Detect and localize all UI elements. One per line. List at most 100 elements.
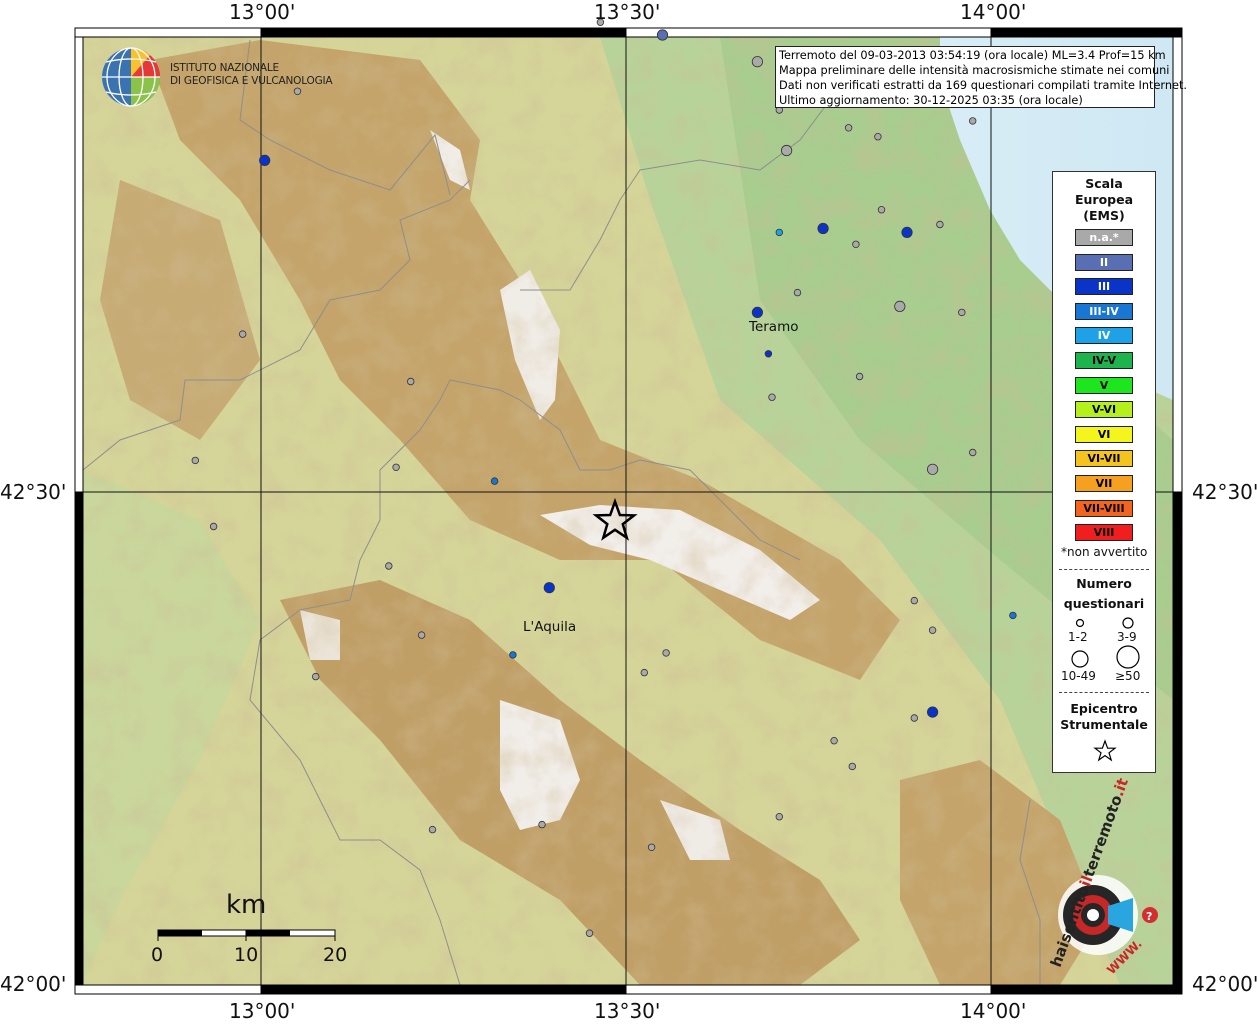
intensity-point [877,205,886,214]
intensity-point [490,477,499,485]
intensity-point [656,29,669,41]
legend-class-vii: VII [1075,475,1133,492]
event-info-box: Terremoto del 09-03-2013 03:54:19 (ora l… [775,46,1188,108]
intensity-point [775,813,783,821]
city-label-laquila: L'Aquila [523,619,577,635]
legend-class-v-vi: V-VI [1075,401,1133,419]
legend-class-vi: VI [1075,425,1133,443]
intensity-point [293,87,302,95]
scalebar-tick-10: 10 [234,944,259,966]
axis-bottom-1330: 13°30' [594,999,661,1023]
legend-class-vi-vii: VI-VII [1075,450,1133,468]
legend-class-iv-v: IV-V [1075,352,1133,369]
legend-size-50plus: ≥50 [1115,669,1141,683]
intensity-point [969,117,977,125]
axis-bottom-1300: 13°00' [229,999,296,1023]
intensity-point [817,222,829,235]
legend-class-ii: II [1075,253,1133,271]
axis-right-4230: 42°30' [1192,480,1257,504]
axis-top-1400: 14°00' [960,0,1027,24]
svg-text:?: ? [1146,910,1152,923]
legend-class-vii-viii: VII-VIII [1075,499,1133,517]
info-line-2: Mappa preliminare delle intensità macros… [779,64,1170,77]
legend-class-n-a-: n.a.* [1075,229,1133,246]
institute-name: ISTITUTO NAZIONALE DI GEOFISICA E VULCAN… [170,62,333,88]
intensity-point [751,56,764,68]
legend-epi-title-1: Epicentro [1070,701,1138,716]
legend-count-title-2: questionari [1063,596,1145,611]
terrain [83,37,1173,985]
intensity-point [209,522,218,531]
intensity-point [259,154,271,166]
intensity-point [385,562,393,570]
info-line-3: Dati non verificati estratti da 169 ques… [779,79,1188,92]
intensity-point [958,308,966,317]
legend-scale-title-2: Europea [1074,192,1134,207]
ingv-logo-icon [102,47,160,107]
intensity-point [312,672,320,681]
intensity-point [874,132,882,141]
axis-left-4230: 42°30' [0,480,67,504]
intensity-point [926,463,939,475]
legend-scale-title-1: Scala [1085,176,1123,191]
scalebar-tick-0: 0 [151,944,164,966]
axis-top-1330: 13°30' [594,0,661,24]
legend-epicenter-star-icon [1093,739,1117,762]
legend-epi-title-2: Strumentale [1060,717,1148,732]
scalebar-tick-20: 20 [323,944,348,966]
intensity-point [238,330,247,338]
legend-class-v: V [1075,376,1133,394]
legend-size-1-2: 1-2 [1068,630,1088,644]
info-line-1: Terremoto del 09-03-2013 03:54:19 (ora l… [779,49,1166,62]
intensity-point [392,463,400,471]
intensity-point [509,651,517,659]
legend-class-iii-iv: III-IV [1075,302,1133,320]
intensity-point [751,306,764,318]
legend-not-felt-note: *non avvertito [1061,545,1148,559]
intensity-point [910,714,918,722]
intensity-point [543,582,555,594]
legend-size-10-49: 10-49 [1061,669,1096,683]
intensity-point [969,448,977,457]
intensity-point [191,456,199,465]
axis-top-1300: 13°00' [229,0,296,24]
intensity-point [928,626,937,634]
intensity-point [407,377,415,386]
legend-class-iv: IV [1075,327,1133,345]
intensity-point [780,144,793,157]
axis-bottom-1400: 14°00' [960,999,1027,1023]
intensity-point [428,825,437,834]
intensity-point [936,220,944,229]
intensity-point [585,929,594,937]
axis-left-4200: 42°00' [0,972,67,996]
intensity-point [830,737,838,745]
intensity-point [910,596,918,605]
scalebar-unit: km [226,890,267,920]
intensity-point [647,843,656,851]
intensity-point [894,300,906,312]
intensity-point [793,288,802,297]
intensity-point [417,631,426,639]
intensity-point [662,649,670,657]
legend-scale-title-3: (EMS) [1083,208,1125,223]
intensity-point [844,124,853,132]
intensity-point [775,228,783,237]
city-label-teramo: Teramo [749,319,799,335]
legend-class-iii: III [1075,278,1133,296]
intensity-point [852,240,860,248]
info-line-4: Ultimo aggiornamento: 30-12-2025 03:35 (… [779,94,1083,107]
intensity-point [926,706,939,718]
institute-line-1: ISTITUTO NAZIONALE [170,62,279,74]
legend-panel: Scala Europea (EMS) n.a.* II III III-IV IV IV… [1052,171,1156,773]
axis-right-4200: 42°00' [1192,972,1257,996]
intensity-point [901,226,913,238]
legend-class-viii: VIII [1075,524,1133,542]
intensity-point [1009,611,1017,620]
intensity-point [538,820,546,829]
intensity-point [764,350,773,358]
institute-line-2: DI GEOFISICA E VULCANOLOGIA [170,75,333,87]
intensity-point [855,372,864,381]
intensity-point [640,668,648,677]
legend-size-3-9: 3-9 [1117,630,1137,644]
legend-count-title-1: Numero [1076,576,1132,591]
